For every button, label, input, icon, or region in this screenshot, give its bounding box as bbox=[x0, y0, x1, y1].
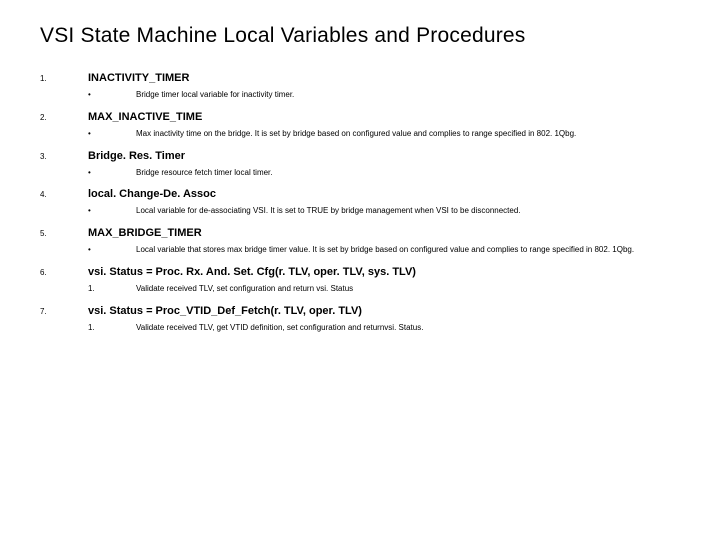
item-2: 2. MAX_INACTIVE_TIME bbox=[40, 111, 692, 123]
item-term: local. Change-De. Assoc bbox=[88, 188, 216, 200]
item-1: 1. INACTIVITY_TIMER bbox=[40, 72, 692, 84]
item-desc: Validate received TLV, set configuration… bbox=[116, 284, 353, 295]
item-desc: Validate received TLV, get VTID definiti… bbox=[116, 323, 423, 334]
item-desc: Local variable that stores max bridge ti… bbox=[116, 245, 634, 256]
item-number: 7. bbox=[40, 307, 88, 316]
sub-number: 1. bbox=[40, 323, 116, 332]
item-term: vsi. Status = Proc. Rx. And. Set. Cfg(r.… bbox=[88, 266, 416, 278]
list: 1. INACTIVITY_TIMER • Bridge timer local… bbox=[40, 72, 692, 334]
item-number: 6. bbox=[40, 268, 88, 277]
item-number: 4. bbox=[40, 190, 88, 199]
item-term: INACTIVITY_TIMER bbox=[88, 72, 189, 84]
item-3-sub-1: • Bridge resource fetch timer local time… bbox=[40, 168, 692, 179]
item-6-sub-1: 1. Validate received TLV, set configurat… bbox=[40, 284, 692, 295]
item-term: vsi. Status = Proc_VTID_Def_Fetch(r. TLV… bbox=[88, 305, 362, 317]
slide-title: VSI State Machine Local Variables and Pr… bbox=[40, 24, 692, 48]
item-term: Bridge. Res. Timer bbox=[88, 150, 185, 162]
item-number: 3. bbox=[40, 152, 88, 161]
item-desc: Bridge resource fetch timer local timer. bbox=[116, 168, 273, 179]
bullet-icon: • bbox=[40, 129, 116, 138]
item-desc: Max inactivity time on the bridge. It is… bbox=[116, 129, 576, 140]
item-3: 3. Bridge. Res. Timer bbox=[40, 150, 692, 162]
bullet-icon: • bbox=[40, 206, 116, 215]
item-desc: Bridge timer local variable for inactivi… bbox=[116, 90, 294, 101]
item-number: 1. bbox=[40, 74, 88, 83]
item-7: 7. vsi. Status = Proc_VTID_Def_Fetch(r. … bbox=[40, 305, 692, 317]
slide: VSI State Machine Local Variables and Pr… bbox=[0, 0, 720, 540]
item-2-sub-1: • Max inactivity time on the bridge. It … bbox=[40, 129, 692, 140]
item-7-sub-1: 1. Validate received TLV, get VTID defin… bbox=[40, 323, 692, 334]
item-1-sub-1: • Bridge timer local variable for inacti… bbox=[40, 90, 692, 101]
item-term: MAX_INACTIVE_TIME bbox=[88, 111, 202, 123]
bullet-icon: • bbox=[40, 90, 116, 99]
item-term: MAX_BRIDGE_TIMER bbox=[88, 227, 202, 239]
sub-number: 1. bbox=[40, 284, 116, 293]
bullet-icon: • bbox=[40, 245, 116, 254]
item-6: 6. vsi. Status = Proc. Rx. And. Set. Cfg… bbox=[40, 266, 692, 278]
bullet-icon: • bbox=[40, 168, 116, 177]
item-4-sub-1: • Local variable for de-associating VSI.… bbox=[40, 206, 692, 217]
item-5: 5. MAX_BRIDGE_TIMER bbox=[40, 227, 692, 239]
item-number: 2. bbox=[40, 113, 88, 122]
item-desc: Local variable for de-associating VSI. I… bbox=[116, 206, 521, 217]
item-5-sub-1: • Local variable that stores max bridge … bbox=[40, 245, 692, 256]
item-number: 5. bbox=[40, 229, 88, 238]
item-4: 4. local. Change-De. Assoc bbox=[40, 188, 692, 200]
